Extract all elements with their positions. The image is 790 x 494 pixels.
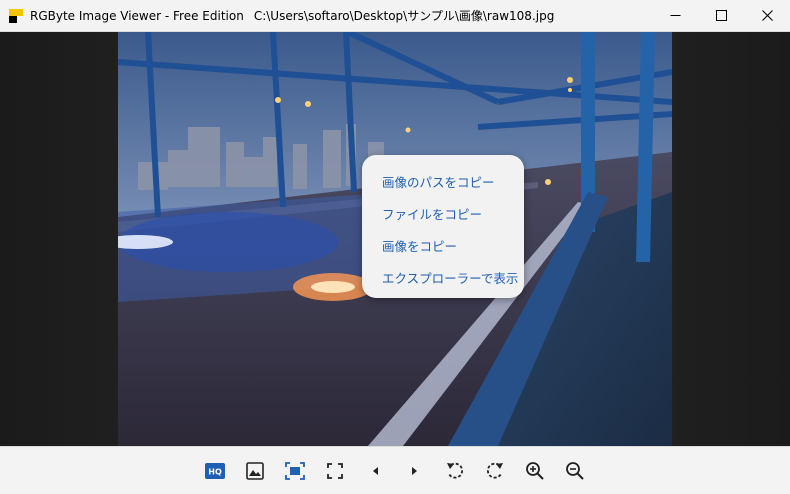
minimize-icon bbox=[670, 15, 680, 16]
image-icon bbox=[246, 462, 264, 480]
menu-copy-image[interactable]: 画像をコピー bbox=[382, 236, 457, 255]
rotate-right-icon bbox=[486, 462, 503, 479]
zoom-out-button[interactable] bbox=[563, 459, 587, 483]
next-button[interactable] bbox=[403, 459, 427, 483]
previous-icon bbox=[373, 467, 378, 475]
menu-copy-image-path[interactable]: 画像のパスをコピー bbox=[382, 172, 495, 191]
maximize-icon bbox=[715, 10, 727, 21]
fit-button[interactable] bbox=[283, 459, 307, 483]
minimize-button[interactable] bbox=[652, 0, 698, 31]
hq-icon: HQ bbox=[205, 463, 225, 479]
window-title: RGByte Image Viewer - Free Edition C:\Use… bbox=[30, 7, 554, 24]
fullscreen-icon bbox=[327, 463, 343, 479]
maximize-button[interactable] bbox=[698, 0, 744, 31]
bottom-toolbar: HQ bbox=[0, 446, 790, 494]
title-bar[interactable]: RGByte Image Viewer - Free Edition C:\Use… bbox=[0, 0, 790, 32]
hq-label: HQ bbox=[208, 468, 222, 477]
close-button[interactable] bbox=[744, 0, 790, 31]
fullscreen-button[interactable] bbox=[323, 459, 347, 483]
previous-button[interactable] bbox=[363, 459, 387, 483]
rotate-left-button[interactable] bbox=[443, 459, 467, 483]
close-icon bbox=[761, 10, 773, 21]
image-viewport[interactable]: 画像のパスをコピー ファイルをコピー 画像をコピー エクスプローラーで表示 bbox=[0, 32, 790, 446]
fit-icon bbox=[285, 462, 305, 480]
rotate-left-icon bbox=[447, 462, 464, 479]
zoom-out-icon bbox=[566, 462, 584, 480]
context-menu: 画像のパスをコピー ファイルをコピー 画像をコピー エクスプローラーで表示 bbox=[362, 155, 524, 298]
app-window: RGByte Image Viewer - Free Edition C:\Use… bbox=[0, 0, 790, 494]
app-title: RGByte Image Viewer - Free Edition bbox=[30, 9, 244, 23]
app-logo-icon bbox=[9, 8, 23, 23]
next-icon bbox=[412, 467, 417, 475]
menu-copy-file[interactable]: ファイルをコピー bbox=[382, 204, 482, 223]
zoom-in-icon bbox=[526, 462, 544, 480]
file-path: C:\Users\softaro\Desktop\サンプル\画像\raw108.… bbox=[253, 9, 555, 23]
menu-show-in-explorer[interactable]: エクスプローラーで表示 bbox=[382, 268, 518, 287]
rotate-right-button[interactable] bbox=[483, 459, 507, 483]
zoom-in-button[interactable] bbox=[523, 459, 547, 483]
hq-button[interactable]: HQ bbox=[203, 459, 227, 483]
image-button[interactable] bbox=[243, 459, 267, 483]
